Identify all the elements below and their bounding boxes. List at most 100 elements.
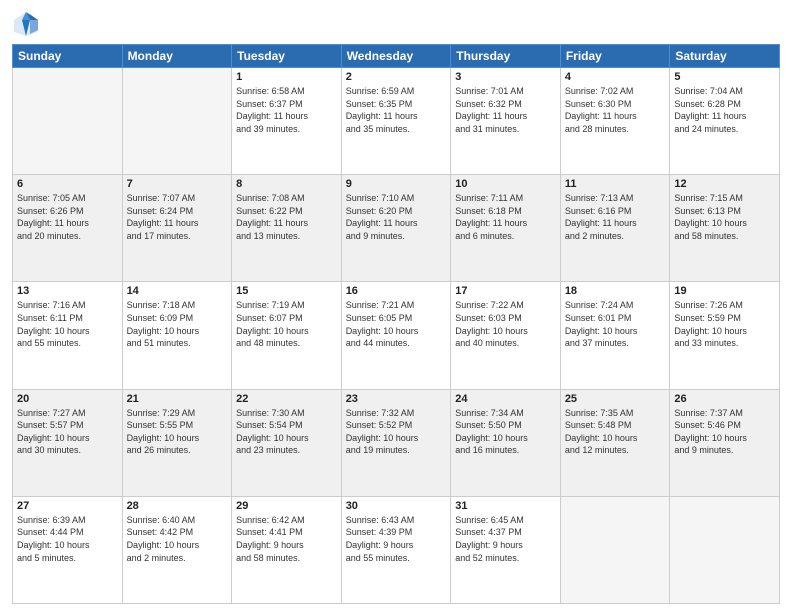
weekday-header-row: SundayMondayTuesdayWednesdayThursdayFrid…	[13, 45, 780, 68]
day-number: 14	[127, 285, 228, 297]
day-info: Sunrise: 7:04 AM Sunset: 6:28 PM Dayligh…	[674, 85, 775, 135]
logo-icon	[12, 10, 40, 38]
day-number: 11	[565, 178, 666, 190]
calendar-cell: 15 Sunrise: 7:19 AM Sunset: 6:07 PM Dayli…	[232, 282, 342, 389]
calendar-week-row: 6 Sunrise: 7:05 AM Sunset: 6:26 PM Daylig…	[13, 175, 780, 282]
day-number: 6	[17, 178, 118, 190]
calendar-cell: 10 Sunrise: 7:11 AM Sunset: 6:18 PM Dayli…	[451, 175, 561, 282]
day-number: 27	[17, 500, 118, 512]
day-info: Sunrise: 7:01 AM Sunset: 6:32 PM Dayligh…	[455, 85, 556, 135]
day-number: 15	[236, 285, 337, 297]
day-number: 30	[346, 500, 447, 512]
day-number: 19	[674, 285, 775, 297]
calendar-cell: 17 Sunrise: 7:22 AM Sunset: 6:03 PM Dayli…	[451, 282, 561, 389]
calendar-cell	[670, 496, 780, 603]
day-number: 24	[455, 393, 556, 405]
header	[12, 10, 780, 38]
day-number: 22	[236, 393, 337, 405]
day-number: 13	[17, 285, 118, 297]
calendar-cell: 9 Sunrise: 7:10 AM Sunset: 6:20 PM Daylig…	[341, 175, 451, 282]
calendar-cell: 23Sunrise: 7:32 AM Sunset: 5:52 PM Dayli…	[341, 389, 451, 496]
calendar-cell: 26 Sunrise: 7:37 AM Sunset: 5:46 PM Dayli…	[670, 389, 780, 496]
day-info: Sunrise: 6:58 AM Sunset: 6:37 PM Dayligh…	[236, 85, 337, 135]
day-number: 5	[674, 71, 775, 83]
day-info: Sunrise: 7:24 AM Sunset: 6:01 PM Dayligh…	[565, 299, 666, 349]
calendar-cell: 11 Sunrise: 7:13 AM Sunset: 6:16 PM Dayli…	[560, 175, 670, 282]
calendar-cell: 29 Sunrise: 6:42 AM Sunset: 4:41 PM Dayli…	[232, 496, 342, 603]
calendar-cell	[122, 68, 232, 175]
calendar-cell: 28 Sunrise: 6:40 AM Sunset: 4:42 PM Dayli…	[122, 496, 232, 603]
day-number: 25	[565, 393, 666, 405]
day-number: 9	[346, 178, 447, 190]
day-info: Sunrise: 7:26 AM Sunset: 5:59 PM Dayligh…	[674, 299, 775, 349]
weekday-header-saturday: Saturday	[670, 45, 780, 68]
day-number: 1	[236, 71, 337, 83]
day-info: Sunrise: 7:02 AM Sunset: 6:30 PM Dayligh…	[565, 85, 666, 135]
day-info: Sunrise: 6:40 AM Sunset: 4:42 PM Dayligh…	[127, 514, 228, 564]
day-info: Sunrise: 7:15 AM Sunset: 6:13 PM Dayligh…	[674, 192, 775, 242]
day-info: Sunrise: 7:10 AM Sunset: 6:20 PM Dayligh…	[346, 192, 447, 242]
calendar-cell: 2Sunrise: 6:59 AM Sunset: 6:35 PM Daylig…	[341, 68, 451, 175]
calendar-cell: 12 Sunrise: 7:15 AM Sunset: 6:13 PM Dayli…	[670, 175, 780, 282]
calendar-week-row: 20 Sunrise: 7:27 AM Sunset: 5:57 PM Dayli…	[13, 389, 780, 496]
day-info: Sunrise: 7:05 AM Sunset: 6:26 PM Dayligh…	[17, 192, 118, 242]
calendar-cell: 3Sunrise: 7:01 AM Sunset: 6:32 PM Daylig…	[451, 68, 561, 175]
day-info: Sunrise: 7:37 AM Sunset: 5:46 PM Dayligh…	[674, 407, 775, 457]
day-number: 28	[127, 500, 228, 512]
calendar-cell: 20 Sunrise: 7:27 AM Sunset: 5:57 PM Dayli…	[13, 389, 123, 496]
day-number: 10	[455, 178, 556, 190]
weekday-header-monday: Monday	[122, 45, 232, 68]
day-number: 4	[565, 71, 666, 83]
weekday-header-wednesday: Wednesday	[341, 45, 451, 68]
day-number: 16	[346, 285, 447, 297]
calendar-week-row: 27 Sunrise: 6:39 AM Sunset: 4:44 PM Dayli…	[13, 496, 780, 603]
calendar-cell: 14Sunrise: 7:18 AM Sunset: 6:09 PM Dayli…	[122, 282, 232, 389]
day-info: Sunrise: 7:27 AM Sunset: 5:57 PM Dayligh…	[17, 407, 118, 457]
calendar-cell: 8 Sunrise: 7:08 AM Sunset: 6:22 PM Daylig…	[232, 175, 342, 282]
day-info: Sunrise: 7:16 AM Sunset: 6:11 PM Dayligh…	[17, 299, 118, 349]
day-info: Sunrise: 7:11 AM Sunset: 6:18 PM Dayligh…	[455, 192, 556, 242]
day-number: 17	[455, 285, 556, 297]
day-info: Sunrise: 7:21 AM Sunset: 6:05 PM Dayligh…	[346, 299, 447, 349]
logo	[12, 10, 44, 38]
calendar-cell: 19 Sunrise: 7:26 AM Sunset: 5:59 PM Dayli…	[670, 282, 780, 389]
calendar-cell: 13 Sunrise: 7:16 AM Sunset: 6:11 PM Dayli…	[13, 282, 123, 389]
day-info: Sunrise: 6:42 AM Sunset: 4:41 PM Dayligh…	[236, 514, 337, 564]
calendar-cell: 4 Sunrise: 7:02 AM Sunset: 6:30 PM Daylig…	[560, 68, 670, 175]
calendar-table: SundayMondayTuesdayWednesdayThursdayFrid…	[12, 44, 780, 604]
day-number: 8	[236, 178, 337, 190]
calendar-cell	[13, 68, 123, 175]
day-number: 31	[455, 500, 556, 512]
day-number: 21	[127, 393, 228, 405]
weekday-header-tuesday: Tuesday	[232, 45, 342, 68]
day-info: Sunrise: 7:07 AM Sunset: 6:24 PM Dayligh…	[127, 192, 228, 242]
calendar-cell: 31Sunrise: 6:45 AM Sunset: 4:37 PM Dayli…	[451, 496, 561, 603]
calendar-cell: 21Sunrise: 7:29 AM Sunset: 5:55 PM Dayli…	[122, 389, 232, 496]
day-info: Sunrise: 7:08 AM Sunset: 6:22 PM Dayligh…	[236, 192, 337, 242]
day-info: Sunrise: 7:19 AM Sunset: 6:07 PM Dayligh…	[236, 299, 337, 349]
day-number: 7	[127, 178, 228, 190]
calendar-week-row: 13 Sunrise: 7:16 AM Sunset: 6:11 PM Dayli…	[13, 282, 780, 389]
calendar-cell: 22Sunrise: 7:30 AM Sunset: 5:54 PM Dayli…	[232, 389, 342, 496]
day-info: Sunrise: 7:34 AM Sunset: 5:50 PM Dayligh…	[455, 407, 556, 457]
calendar-cell: 24 Sunrise: 7:34 AM Sunset: 5:50 PM Dayli…	[451, 389, 561, 496]
calendar-cell: 30 Sunrise: 6:43 AM Sunset: 4:39 PM Dayli…	[341, 496, 451, 603]
day-info: Sunrise: 7:32 AM Sunset: 5:52 PM Dayligh…	[346, 407, 447, 457]
day-info: Sunrise: 6:43 AM Sunset: 4:39 PM Dayligh…	[346, 514, 447, 564]
calendar-week-row: 1 Sunrise: 6:58 AM Sunset: 6:37 PM Daylig…	[13, 68, 780, 175]
day-number: 20	[17, 393, 118, 405]
weekday-header-friday: Friday	[560, 45, 670, 68]
day-info: Sunrise: 6:39 AM Sunset: 4:44 PM Dayligh…	[17, 514, 118, 564]
day-info: Sunrise: 7:13 AM Sunset: 6:16 PM Dayligh…	[565, 192, 666, 242]
day-number: 29	[236, 500, 337, 512]
calendar-cell: 25 Sunrise: 7:35 AM Sunset: 5:48 PM Dayli…	[560, 389, 670, 496]
day-number: 26	[674, 393, 775, 405]
day-info: Sunrise: 7:22 AM Sunset: 6:03 PM Dayligh…	[455, 299, 556, 349]
day-info: Sunrise: 6:59 AM Sunset: 6:35 PM Dayligh…	[346, 85, 447, 135]
calendar-cell: 27 Sunrise: 6:39 AM Sunset: 4:44 PM Dayli…	[13, 496, 123, 603]
day-number: 18	[565, 285, 666, 297]
day-number: 12	[674, 178, 775, 190]
day-info: Sunrise: 7:35 AM Sunset: 5:48 PM Dayligh…	[565, 407, 666, 457]
weekday-header-thursday: Thursday	[451, 45, 561, 68]
calendar-cell: 7 Sunrise: 7:07 AM Sunset: 6:24 PM Daylig…	[122, 175, 232, 282]
